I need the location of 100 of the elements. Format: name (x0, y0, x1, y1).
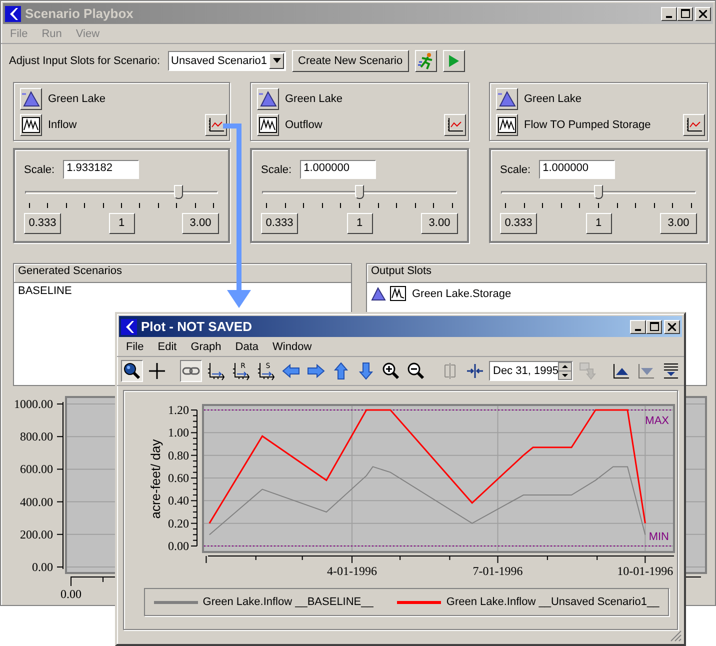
list-header: Generated Scenarios (14, 264, 351, 283)
axis-label: 1000.00 (14, 396, 53, 411)
scale-label: Scale: (24, 164, 55, 176)
output-slot-item[interactable]: Green Lake.Storage (412, 288, 512, 300)
preset-button[interactable]: 3.00 (421, 212, 458, 234)
raise-icon (611, 361, 632, 381)
object-name: Green Lake (285, 92, 342, 105)
axis-label: 1.00 (168, 426, 189, 440)
right-icon (306, 361, 326, 381)
preset-button[interactable]: 1 (346, 212, 372, 234)
limit-label: MIN (648, 531, 669, 543)
zoom-in-icon (381, 361, 401, 381)
slot-name: Flow TO Pumped Storage (524, 118, 652, 131)
app-icon (121, 318, 137, 334)
object-name: Green Lake (48, 92, 106, 105)
scenario-dropdown[interactable]: Unsaved Scenario1 (168, 50, 286, 71)
scale-field[interactable]: 1.933182 (62, 160, 139, 180)
close-icon (668, 322, 676, 330)
play-button[interactable] (442, 50, 465, 72)
slot-button[interactable] (257, 114, 279, 136)
create-scenario-button[interactable]: Create New Scenario (292, 50, 409, 72)
menu-item[interactable]: Graph (190, 340, 222, 352)
slot-button[interactable] (496, 114, 518, 136)
legend-label: Green Lake.Inflow __Unsaved Scenario1__ (446, 596, 660, 608)
preset-button[interactable]: 3.00 (182, 212, 219, 234)
axis-label: 0.00 (32, 560, 53, 574)
preset-button[interactable]: 1 (586, 212, 612, 234)
legend-label: Green Lake.Inflow __BASELINE__ (202, 596, 374, 608)
object-name: Green Lake (524, 92, 582, 105)
axis-label: 0.00 (60, 586, 82, 601)
maximize-icon (650, 322, 658, 331)
axis-label: 0.60 (168, 471, 189, 485)
date-field[interactable]: Dec 31, 1995 (489, 361, 574, 381)
wave-icon (390, 286, 406, 302)
scale-label: Scale: (500, 164, 531, 176)
slot-name: Inflow (48, 118, 78, 131)
axis-label: 0.20 (168, 516, 189, 530)
crosshair-tool[interactable] (146, 360, 168, 382)
object-button[interactable] (496, 88, 518, 110)
plot-button[interactable] (205, 114, 227, 136)
slot-name: Outflow (285, 118, 324, 131)
plot-button[interactable] (683, 114, 705, 136)
scale-field[interactable]: 1.000000 (538, 160, 615, 180)
scale-label: Scale: (261, 164, 292, 176)
zoom-out-icon (406, 361, 426, 381)
scale-slider[interactable] (501, 184, 696, 201)
app-icon (5, 6, 21, 22)
scale-slider[interactable] (262, 184, 457, 201)
preset-button[interactable]: 3.00 (660, 212, 697, 234)
maximize-icon (680, 9, 690, 18)
axes-icon (206, 361, 226, 381)
axes-tool[interactable] (205, 360, 227, 382)
menu-item[interactable]: Window (272, 340, 312, 352)
window-title: Plot - NOT SAVED (141, 319, 253, 334)
data-arrow-icon (577, 361, 598, 381)
object-button[interactable] (257, 88, 279, 110)
axis-label: 0.00 (168, 539, 189, 553)
minimize-button[interactable] (630, 320, 646, 334)
crosshair-icon (147, 361, 167, 381)
scenario-item[interactable]: BASELINE (17, 284, 348, 297)
axis-label: 7-01-1996 (472, 564, 523, 578)
list-header: Output Slots (367, 264, 706, 283)
link-tool[interactable] (180, 360, 202, 382)
window-title: Scenario Playbox (25, 6, 134, 21)
axis-label: 200.00 (20, 527, 53, 542)
slot-button[interactable] (20, 114, 42, 136)
magnifier-tool[interactable] (121, 360, 143, 382)
preset-button[interactable]: 1 (108, 212, 134, 234)
menu-item[interactable]: Edit (158, 340, 177, 352)
object-button[interactable] (20, 88, 42, 110)
menu-item[interactable]: Data (235, 340, 259, 352)
scale-field[interactable]: 1.000000 (300, 160, 376, 180)
scale-slider[interactable] (25, 184, 218, 201)
runner-button[interactable] (414, 50, 437, 72)
zoom-out-tool[interactable] (405, 360, 427, 382)
minimize-icon (635, 328, 641, 330)
magnifier-icon (122, 361, 142, 381)
maximize-button[interactable] (646, 320, 662, 334)
preset-button[interactable]: 0.333 (500, 212, 537, 234)
axis-label: 400.00 (20, 494, 53, 509)
lower-icon (636, 361, 656, 381)
axis-label: 600.00 (20, 462, 53, 476)
preset-button[interactable]: 0.333 (261, 212, 298, 234)
zoom-in-tool[interactable] (380, 360, 402, 382)
menu-item[interactable]: File (126, 340, 144, 352)
scenario-label: Adjust Input Slots for Scenario: (9, 54, 160, 67)
axis-label: 0.40 (168, 494, 189, 508)
plot-button[interactable] (444, 114, 466, 136)
axis-label: 10-01-1996 (617, 564, 674, 578)
down-icon (356, 361, 376, 381)
axis-label: 800.00 (20, 430, 53, 444)
axis-label: 4-01-1996 (327, 564, 377, 578)
axis-label: 0.80 (168, 448, 189, 462)
spinner-icon (558, 362, 572, 380)
minimize-icon (666, 16, 672, 18)
axis-label: 1.20 (168, 403, 189, 417)
close-icon (699, 10, 707, 18)
close-button[interactable] (664, 320, 680, 334)
triangle-icon (370, 286, 386, 301)
preset-button[interactable]: 0.333 (24, 212, 61, 234)
